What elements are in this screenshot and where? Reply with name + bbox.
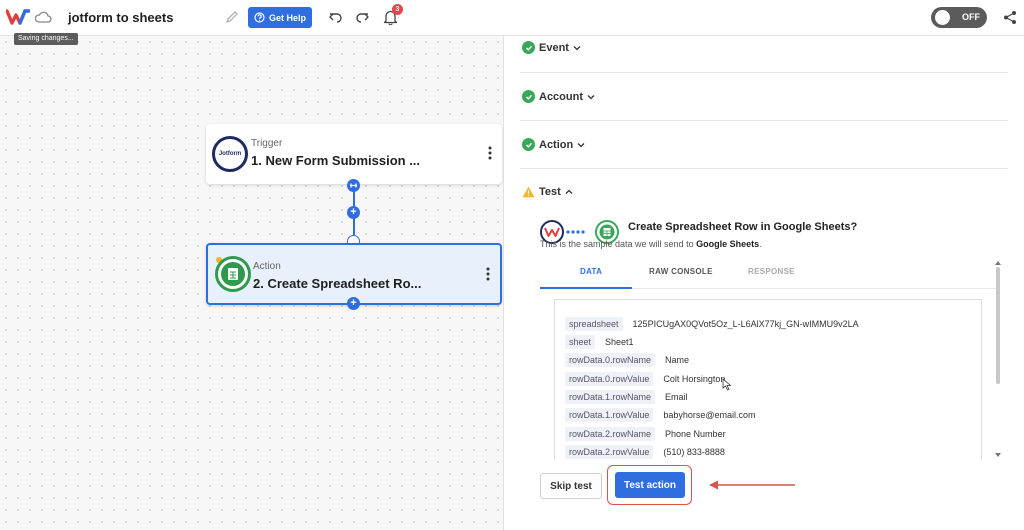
data-key: rowData.1.rowValue: [565, 407, 654, 422]
data-row: rowData.1.rowValue babyhorse@email.com: [565, 407, 756, 422]
test-summary-title: Create Spreadsheet Row in Google Sheets?: [628, 221, 858, 233]
warning-icon: [522, 186, 535, 198]
section-account-label: Account: [539, 90, 583, 103]
cloud-icon: [34, 11, 52, 23]
data-value: Sheet1: [605, 336, 634, 347]
action-node-title: 2. Create Spreadsheet Ro...: [253, 276, 422, 291]
test-summary-desc-suffix: .: [759, 239, 762, 249]
toggle-knob: [935, 10, 950, 25]
flow-title[interactable]: jotform to sheets: [68, 10, 173, 25]
tab-response[interactable]: RESPONSE: [748, 267, 795, 276]
jotform-logo-icon: Jotform: [212, 136, 248, 172]
add-step-plus-icon[interactable]: +: [347, 206, 360, 219]
toggle-label: OFF: [962, 12, 980, 22]
skip-test-button[interactable]: Skip test: [540, 473, 602, 499]
data-value: (510) 833-8888: [663, 446, 725, 457]
data-row: rowData.2.rowValue (510) 833-8888: [565, 444, 725, 459]
chevron-down-icon: [577, 142, 585, 147]
section-event-label: Event: [539, 41, 569, 54]
data-value: babyhorse@email.com: [663, 409, 756, 420]
active-tab-indicator: [540, 287, 632, 289]
data-row: spreadsheet 125PICUgAX0QVot5Oz_L-L6AlX77k…: [565, 316, 859, 331]
data-value: Name: [665, 354, 690, 365]
undo-icon[interactable]: [328, 10, 343, 25]
get-help-button[interactable]: Get Help: [248, 7, 312, 28]
trigger-menu-icon[interactable]: [488, 146, 492, 160]
test-summary-description: This is the sample data we will send to …: [540, 239, 762, 249]
data-key: spreadsheet: [565, 316, 623, 331]
data-key: rowData.2.rowValue: [565, 444, 654, 459]
data-row: rowData.1.rowName Email: [565, 389, 688, 404]
get-help-label: Get Help: [268, 12, 306, 23]
link-icon: [350, 183, 357, 188]
google-sheets-icon: [215, 256, 251, 292]
tab-data[interactable]: DATA: [580, 267, 602, 276]
saving-tooltip: Saving changes...: [14, 33, 78, 45]
section-action[interactable]: Action: [522, 138, 585, 151]
arrow-left-icon: [709, 480, 795, 490]
sample-data-box[interactable]: spreadsheet 125PICUgAX0QVot5Oz_L-L6AlX77k…: [554, 299, 982, 459]
flow-on-off-toggle[interactable]: OFF: [931, 7, 987, 28]
test-tabs: DATA RAW CONSOLE RESPONSE: [540, 259, 1000, 289]
app-logo-icon[interactable]: [6, 8, 30, 26]
section-test-label: Test: [539, 186, 561, 198]
chevron-up-icon: [565, 189, 573, 194]
section-action-label: Action: [539, 138, 574, 151]
data-row: rowData.0.rowValue Colt Horsington: [565, 371, 725, 386]
test-summary-desc-app: Google Sheets: [696, 239, 760, 249]
flow-canvas[interactable]: Jotform Trigger 1. New Form Submission .…: [0, 36, 503, 530]
section-event[interactable]: Event: [522, 41, 581, 54]
add-step-plus-icon[interactable]: +: [347, 297, 360, 310]
share-icon[interactable]: [1003, 10, 1017, 25]
action-node[interactable]: Action 2. Create Spreadsheet Ro...: [206, 243, 502, 305]
chevron-down-icon: [587, 94, 595, 99]
test-action-button[interactable]: Test action: [615, 472, 685, 498]
connector-handle-icon[interactable]: [347, 179, 360, 192]
data-value: Email: [665, 391, 688, 402]
check-circle-icon: [522, 41, 535, 54]
chevron-down-icon: [573, 45, 581, 50]
check-circle-icon: [522, 138, 535, 151]
top-bar: jotform to sheets Get Help 3 OFF: [0, 0, 1024, 36]
scroll-down-arrow-icon[interactable]: [995, 453, 1001, 457]
data-key: rowData.2.rowName: [565, 426, 656, 441]
section-test[interactable]: Test: [522, 186, 573, 198]
section-account[interactable]: Account: [522, 90, 595, 103]
scrollbar-thumb[interactable]: [996, 267, 1000, 384]
notification-badge: 3: [392, 4, 403, 15]
test-summary-desc-prefix: This is the sample data we will send to: [540, 239, 694, 249]
step-config-panel: Event Account Action Test Create Spreads…: [503, 36, 1024, 530]
data-key: sheet: [565, 334, 596, 349]
data-row: rowData.0.rowName Name: [565, 352, 689, 367]
data-value: 125PICUgAX0QVot5Oz_L-L6AlX77kj_GN-wIMMU9…: [632, 318, 859, 329]
data-key: rowData.0.rowName: [565, 352, 656, 367]
action-node-subtitle: Action: [253, 261, 281, 272]
tab-raw-console[interactable]: RAW CONSOLE: [649, 267, 713, 276]
action-menu-icon[interactable]: [486, 267, 490, 281]
jotform-logo-text: Jotform: [218, 151, 242, 157]
divider: [520, 168, 1008, 169]
data-row: rowData.2.rowName Phone Number: [565, 426, 726, 441]
trigger-node-subtitle: Trigger: [251, 138, 283, 149]
divider: [520, 72, 1008, 73]
redo-icon[interactable]: [355, 10, 370, 25]
pencil-icon[interactable]: [225, 10, 239, 24]
data-key: rowData.1.rowName: [565, 389, 656, 404]
help-circle-icon: [254, 12, 265, 23]
data-value: Phone Number: [665, 428, 726, 439]
divider: [520, 120, 1008, 121]
scroll-up-arrow-icon[interactable]: [995, 261, 1001, 265]
data-key: rowData.0.rowValue: [565, 371, 654, 386]
data-row: sheet Sheet1: [565, 334, 634, 349]
trigger-node-title: 1. New Form Submission ...: [251, 153, 421, 168]
data-value: Colt Horsington: [663, 373, 726, 384]
check-circle-icon: [522, 90, 535, 103]
trigger-node[interactable]: Jotform Trigger 1. New Form Submission .…: [206, 124, 502, 184]
mouse-cursor-icon: [722, 378, 732, 391]
